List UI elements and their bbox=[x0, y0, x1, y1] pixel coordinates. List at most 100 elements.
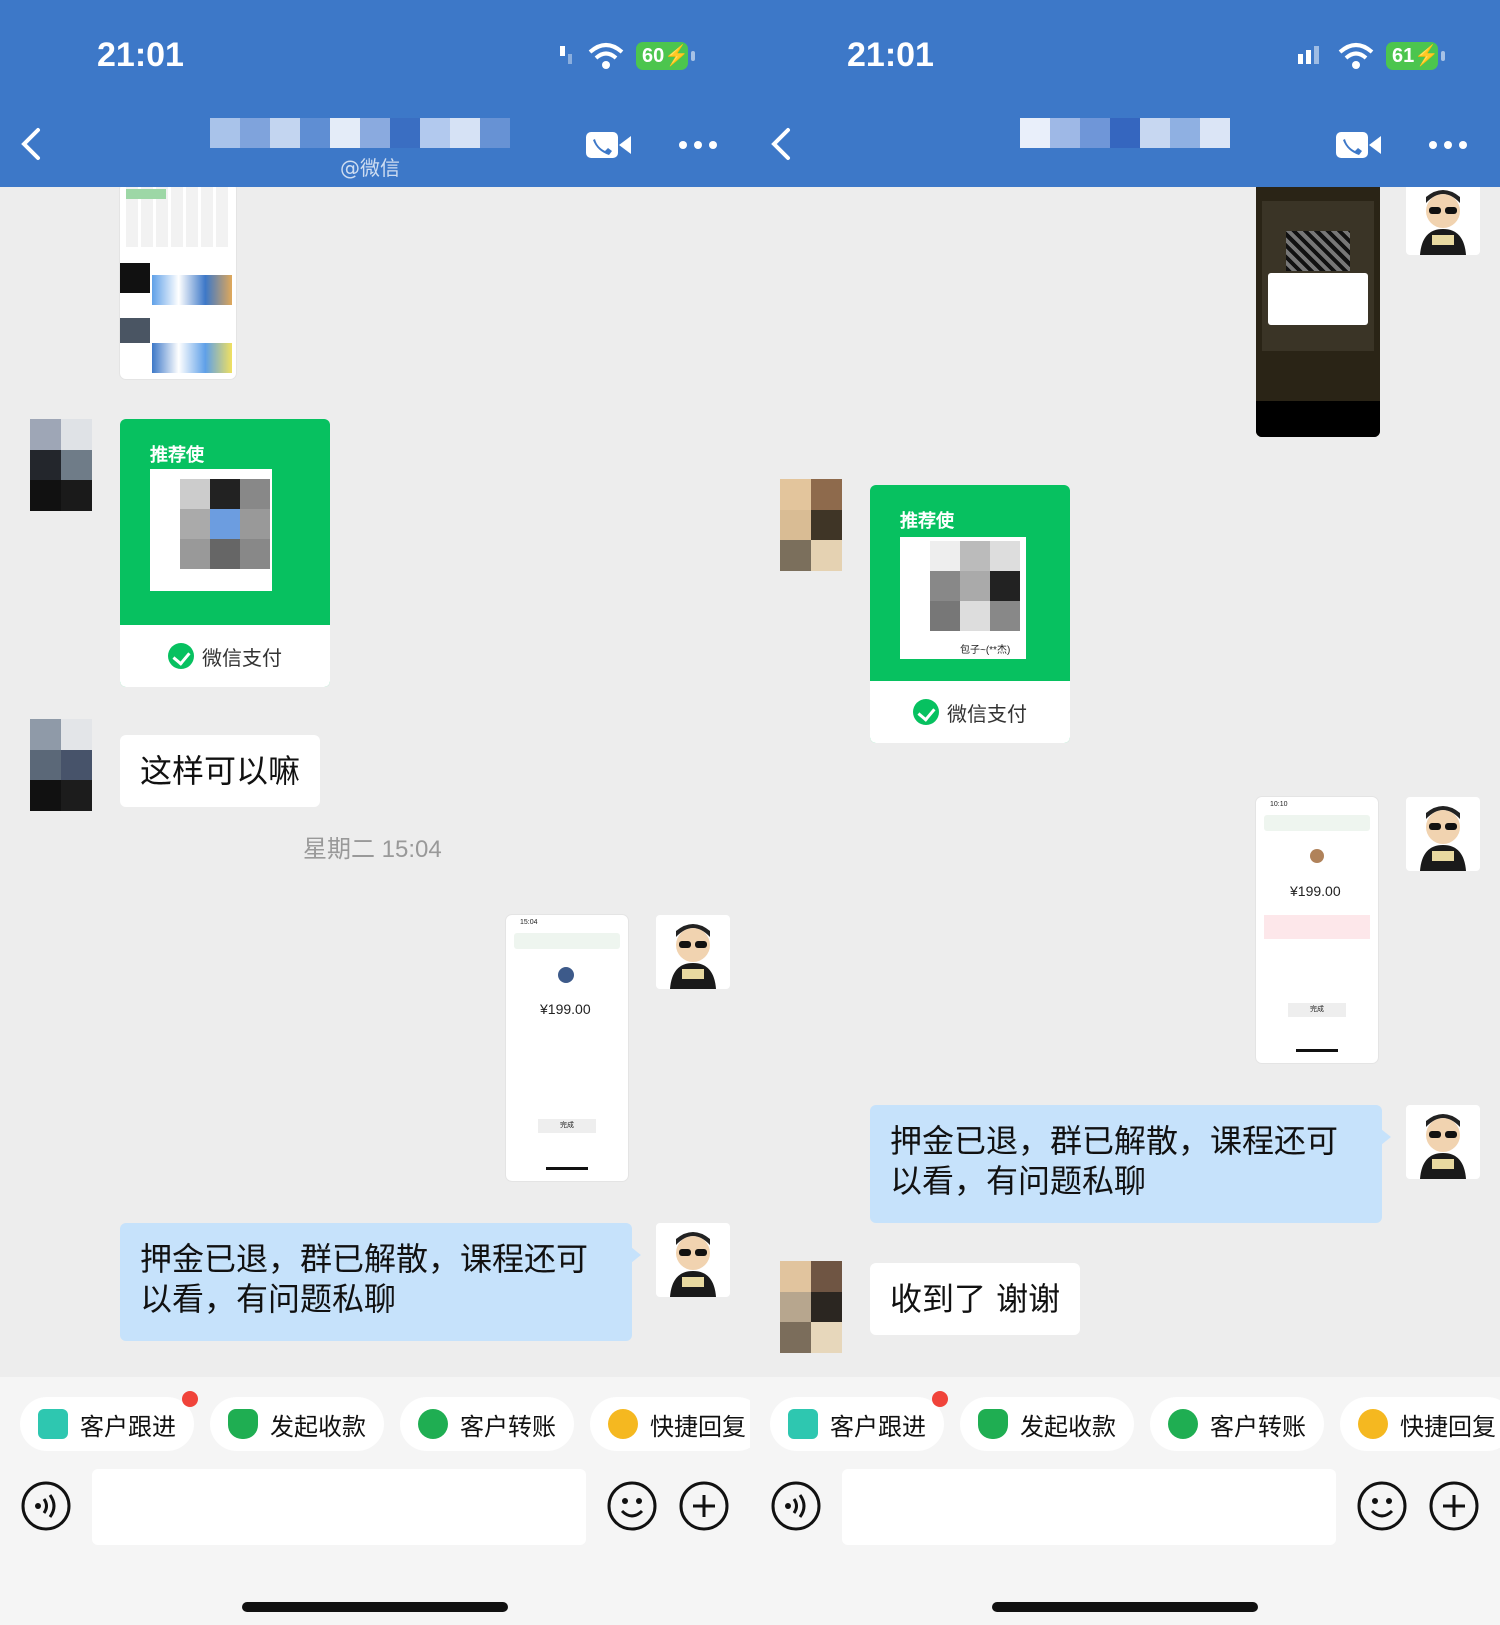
chat-header: 21:01 61⚡ bbox=[750, 0, 1500, 187]
voice-icon[interactable] bbox=[20, 1480, 72, 1532]
qr-code-redacted bbox=[180, 479, 270, 569]
chip-label: 发起收款 bbox=[1020, 1412, 1116, 1441]
chat-title-redacted bbox=[210, 118, 510, 148]
quick-reply-icon bbox=[1358, 1409, 1388, 1439]
chat-toolbar: 客户跟进 发起收款 客户转账 快捷回复 bbox=[0, 1377, 750, 1625]
payment-receipt-image[interactable]: 10:10 ¥199.00 完成 bbox=[1256, 797, 1378, 1063]
emoji-icon[interactable] bbox=[606, 1480, 658, 1532]
wifi-icon bbox=[588, 43, 624, 69]
chip-label: 快捷回复 bbox=[1400, 1412, 1496, 1441]
payment-receipt-image[interactable]: 15:04 ¥199.00 完成 bbox=[506, 915, 628, 1181]
wechat-pay-footer: 微信支付 bbox=[870, 681, 1070, 743]
cartoon-avatar-icon bbox=[1420, 190, 1466, 255]
cartoon-avatar-icon bbox=[670, 924, 716, 989]
emoji-icon[interactable] bbox=[1356, 1480, 1408, 1532]
message-timestamp: 星期二 15:04 bbox=[303, 836, 442, 863]
wechat-pay-icon bbox=[168, 643, 194, 669]
wifi-icon bbox=[1338, 43, 1374, 69]
my-avatar[interactable] bbox=[1406, 1105, 1480, 1179]
receipt-status-time: 15:04 bbox=[520, 919, 538, 926]
cartoon-avatar-icon bbox=[670, 1232, 716, 1297]
chip-customer-follow-up[interactable]: 客户跟进 bbox=[20, 1391, 198, 1451]
cartoon-avatar-icon bbox=[1420, 1114, 1466, 1179]
contact-avatar[interactable] bbox=[780, 479, 842, 571]
video-call-icon[interactable] bbox=[1336, 130, 1382, 160]
left-phone-screen: 21:01 60⚡ @微信 推荐使 微信支付 这样可以嘛 星期二 15:04 1… bbox=[0, 0, 750, 1625]
my-avatar[interactable] bbox=[656, 1223, 730, 1297]
transfer-icon bbox=[1168, 1409, 1198, 1439]
receipt-done-button: 完成 bbox=[538, 1119, 596, 1133]
more-icon[interactable] bbox=[1428, 138, 1468, 152]
wechat-pay-icon bbox=[913, 699, 939, 725]
incoming-message[interactable]: 收到了 谢谢 bbox=[870, 1263, 1081, 1335]
plus-icon[interactable] bbox=[1428, 1480, 1480, 1532]
battery-indicator: 60⚡ bbox=[636, 42, 695, 70]
outgoing-message[interactable]: 押金已退，群已解散，课程还可以看，有问题私聊 bbox=[870, 1105, 1391, 1223]
notification-dot bbox=[932, 1391, 948, 1407]
chip-customer-follow-up[interactable]: 客户跟进 bbox=[770, 1391, 948, 1451]
plus-icon[interactable] bbox=[678, 1480, 730, 1532]
chat-messages[interactable]: 推荐使 包子~(**杰) 微信支付 10:10 ¥199.00 完成 押金已退，… bbox=[750, 187, 1500, 1377]
receipt-done-button: 完成 bbox=[1288, 1003, 1346, 1017]
chip-label: 发起收款 bbox=[270, 1412, 366, 1441]
my-avatar[interactable] bbox=[656, 915, 730, 989]
message-input[interactable] bbox=[842, 1469, 1336, 1545]
receipt-amount: ¥199.00 bbox=[540, 1001, 591, 1017]
message-input[interactable] bbox=[92, 1469, 586, 1545]
back-arrow-icon[interactable] bbox=[766, 124, 796, 164]
chip-quick-reply[interactable]: 快捷回复 bbox=[590, 1397, 750, 1451]
back-arrow-icon[interactable] bbox=[16, 124, 46, 164]
voice-icon[interactable] bbox=[770, 1480, 822, 1532]
contact-avatar[interactable] bbox=[30, 719, 92, 811]
my-avatar[interactable] bbox=[1406, 797, 1480, 871]
notification-dot bbox=[182, 1391, 198, 1407]
battery-level: 60 bbox=[642, 45, 665, 67]
wechat-pay-label: 微信支付 bbox=[202, 645, 282, 670]
signal-icon bbox=[1298, 46, 1319, 64]
receipt-status-time: 10:10 bbox=[1270, 801, 1288, 808]
payment-icon bbox=[228, 1409, 258, 1439]
chip-label: 快捷回复 bbox=[650, 1412, 746, 1441]
chip-label: 客户转账 bbox=[1210, 1412, 1306, 1441]
chip-customer-transfer[interactable]: 客户转账 bbox=[1150, 1397, 1324, 1451]
battery-indicator: 61⚡ bbox=[1386, 42, 1445, 70]
home-indicator bbox=[242, 1602, 508, 1612]
home-indicator bbox=[992, 1602, 1258, 1612]
quick-reply-icon bbox=[608, 1409, 638, 1439]
chat-messages[interactable]: 推荐使 微信支付 这样可以嘛 星期二 15:04 15:04 ¥199.00 完… bbox=[0, 187, 750, 1377]
video-call-icon[interactable] bbox=[586, 130, 632, 160]
transfer-icon bbox=[418, 1409, 448, 1439]
chip-start-payment[interactable]: 发起收款 bbox=[960, 1397, 1134, 1451]
wechat-pay-label: 微信支付 bbox=[947, 701, 1027, 726]
cartoon-avatar-icon bbox=[1420, 806, 1466, 871]
status-time: 21:01 bbox=[97, 36, 184, 74]
chip-customer-transfer[interactable]: 客户转账 bbox=[400, 1397, 574, 1451]
follow-up-icon bbox=[788, 1409, 818, 1439]
chip-quick-reply[interactable]: 快捷回复 bbox=[1340, 1397, 1500, 1451]
image-message[interactable] bbox=[1256, 187, 1380, 437]
qr-card-title: 推荐使 bbox=[150, 445, 204, 466]
qr-code-redacted bbox=[930, 541, 1020, 631]
chat-header: 21:01 60⚡ @微信 bbox=[0, 0, 750, 187]
qr-card-title: 推荐使 bbox=[900, 511, 954, 532]
chip-start-payment[interactable]: 发起收款 bbox=[210, 1397, 384, 1451]
chip-label: 客户转账 bbox=[460, 1412, 556, 1441]
chat-subtitle: @微信 bbox=[340, 156, 400, 180]
payment-icon bbox=[978, 1409, 1008, 1439]
qr-payee-name: 包子~(**杰) bbox=[960, 645, 1011, 656]
contact-avatar[interactable] bbox=[30, 419, 92, 511]
follow-up-icon bbox=[38, 1409, 68, 1439]
more-icon[interactable] bbox=[678, 138, 718, 152]
right-phone-screen: 21:01 61⚡ 推荐使 包子~(**杰) 微信支付 10:10 ¥199.0… bbox=[750, 0, 1500, 1625]
signal-icon bbox=[560, 46, 572, 64]
chip-label: 客户跟进 bbox=[80, 1412, 176, 1441]
qr-code-card[interactable]: 推荐使 微信支付 bbox=[120, 419, 330, 687]
my-avatar[interactable] bbox=[1406, 187, 1480, 255]
incoming-message[interactable]: 这样可以嘛 bbox=[120, 735, 321, 807]
chip-label: 客户跟进 bbox=[830, 1412, 926, 1441]
qr-code-card[interactable]: 推荐使 包子~(**杰) 微信支付 bbox=[870, 485, 1070, 743]
contact-avatar[interactable] bbox=[780, 1261, 842, 1353]
chat-title-redacted bbox=[1020, 118, 1230, 148]
image-message[interactable] bbox=[120, 187, 236, 379]
outgoing-message[interactable]: 押金已退，群已解散，课程还可以看，有问题私聊 bbox=[120, 1223, 641, 1341]
